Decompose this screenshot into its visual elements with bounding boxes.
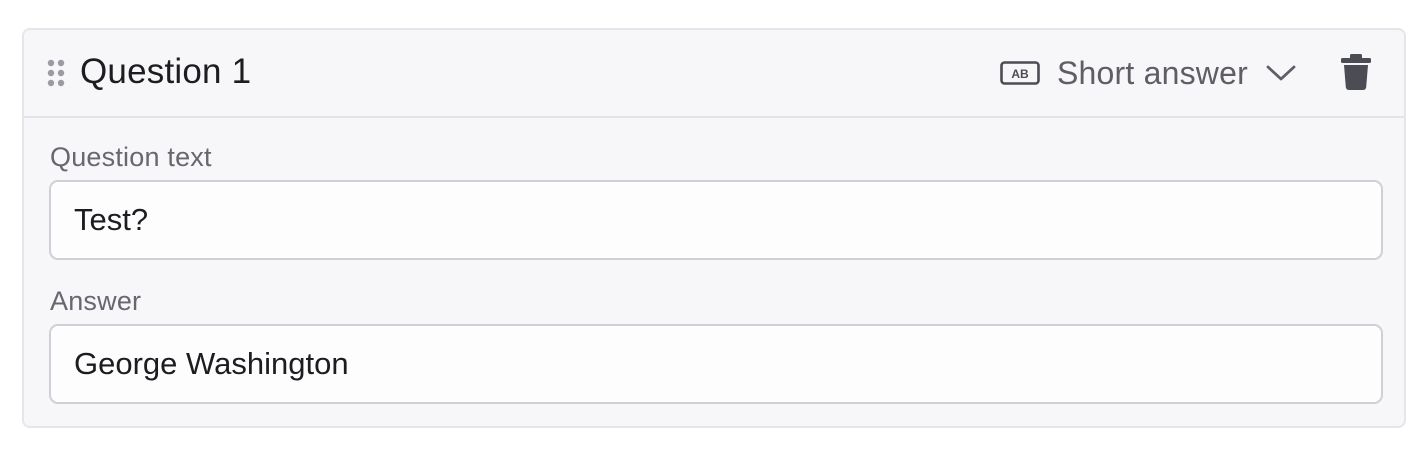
answer-label: Answer [50,286,142,316]
question-title: Question 1 [80,52,252,91]
drag-handle-icon[interactable] [47,59,65,87]
question-card: Question 1 AB Short answer Question text… [22,28,1406,428]
question-text-label: Question text [50,142,212,172]
question-type-dropdown[interactable]: AB Short answer [1000,48,1297,98]
answer-input[interactable] [49,324,1383,404]
chevron-down-icon [1265,63,1297,83]
question-text-input[interactable] [49,180,1383,260]
question-header: Question 1 AB Short answer [24,30,1404,118]
text-format-ab-icon: AB [1000,61,1040,85]
delete-question-button[interactable] [1336,53,1376,95]
svg-text:AB: AB [1011,67,1029,81]
trash-icon [1340,53,1372,95]
question-type-label: Short answer [1057,54,1248,91]
